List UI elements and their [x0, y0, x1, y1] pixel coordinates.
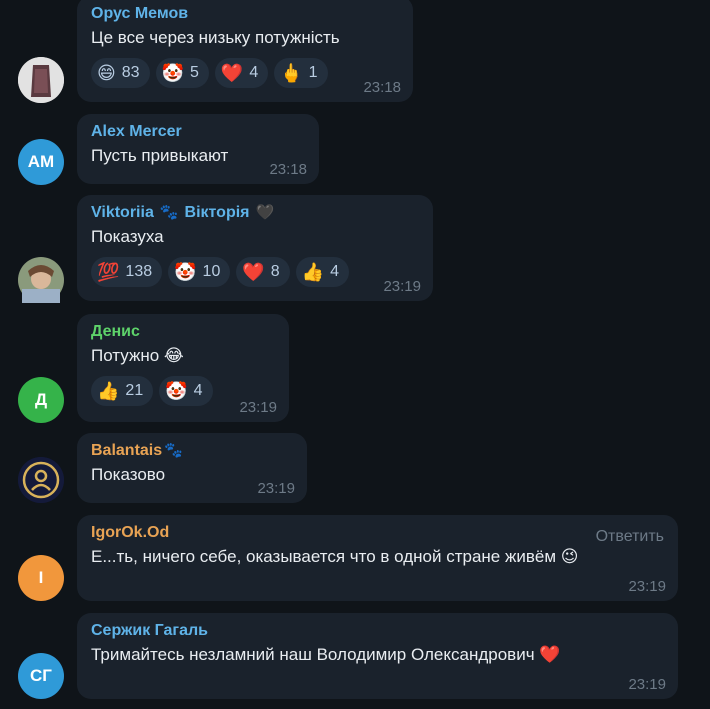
message-bubble[interactable]: Орус Мемов Це все через низьку потужніст…	[77, 0, 413, 102]
reaction-count: 83	[121, 64, 140, 81]
message-time: 23:19	[628, 676, 666, 693]
reaction-count: 4	[330, 263, 339, 280]
reactions-bar: 😄 83 🤡 5 ❤️ 4 🖕 1	[91, 58, 399, 88]
message-text: Потужно 😂	[91, 345, 275, 367]
reaction-hundred[interactable]: 💯 138	[91, 257, 163, 287]
reaction-middle-finger[interactable]: 🖕 1	[274, 58, 328, 88]
paw-prints-icon: 🐾	[159, 204, 179, 221]
sender-name[interactable]: IgorOk.Od	[91, 523, 664, 543]
reaction-count: 138	[125, 263, 153, 280]
avatar[interactable]	[18, 57, 64, 103]
clown-emoji-icon: 🤡	[174, 262, 197, 282]
sender-name[interactable]: Alex Mercer	[91, 122, 305, 142]
laughing-emoji-icon: 😂	[163, 346, 184, 365]
message-text: Показуха	[91, 227, 164, 246]
avatar-photo-icon	[18, 257, 64, 303]
message-time: 23:19	[257, 480, 295, 497]
message-text: Е...ть, ничего себе, оказывается что в о…	[91, 546, 664, 568]
sender-name[interactable]: Сержик Гагаль	[91, 621, 664, 641]
avatar-photo-icon	[18, 57, 64, 103]
reaction-count: 4	[193, 382, 203, 399]
heart-emoji-icon: ❤️	[539, 645, 561, 664]
grin-emoji-icon: 😄	[97, 63, 116, 83]
heart-doodle-icon: 🖤	[255, 204, 275, 221]
sender-name[interactable]: Орус Мемов	[91, 4, 399, 24]
reaction-heart[interactable]: ❤️ 8	[236, 257, 290, 287]
reaction-clown[interactable]: 🤡 4	[159, 376, 213, 406]
clown-emoji-icon: 🤡	[165, 381, 188, 401]
message-time: 23:19	[239, 399, 277, 416]
reaction-count: 21	[125, 382, 144, 399]
message-bubble[interactable]: Viktoriia 🐾 Вікторія 🖤 Показуха 💯 138 🤡 10…	[77, 195, 433, 301]
wink-emoji-icon: 😉	[560, 547, 579, 566]
message-bubble[interactable]: IgorOk.Od Ответить Е...ть, ничего себе, …	[77, 515, 678, 601]
avatar[interactable]: AM	[18, 139, 64, 185]
reaction-clown[interactable]: 🤡 10	[168, 257, 231, 287]
heart-emoji-icon: ❤️	[220, 63, 244, 83]
message-text-body: Е...ть, ничего себе, оказывается что в о…	[91, 547, 557, 566]
clown-emoji-icon: 🤡	[161, 63, 184, 83]
hundred-emoji-icon: 💯	[97, 262, 120, 282]
reaction-thumbs-up[interactable]: 👍 4	[295, 257, 349, 287]
sender-name[interactable]: Viktoriia 🐾 Вікторія 🖤	[91, 203, 419, 223]
message-text-body: Тримайтесь незламний наш Володимир Олекс…	[91, 645, 535, 664]
thumbs-up-emoji-icon: 👍	[301, 262, 325, 282]
reaction-clown[interactable]: 🤡 5	[155, 58, 209, 88]
avatar[interactable]	[18, 457, 64, 503]
message-bubble[interactable]: Сержик Гагаль Тримайтесь незламний наш В…	[77, 613, 678, 699]
message-text: Це все через низьку потужність	[91, 28, 340, 47]
message-time: 23:18	[363, 79, 401, 96]
avatar[interactable]: I	[18, 555, 64, 601]
message-time: 23:19	[383, 278, 421, 295]
message-text: Тримайтесь незламний наш Володимир Олекс…	[91, 644, 664, 666]
thumbs-up-emoji-icon: 👍	[97, 381, 120, 401]
reaction-grin[interactable]: 😄 83	[91, 58, 150, 88]
avatar[interactable]	[18, 257, 64, 303]
middle-finger-emoji-icon: 🖕	[280, 63, 303, 83]
sender-name[interactable]: Денис	[91, 322, 275, 342]
sender-name-primary: Balantais	[91, 442, 163, 459]
reaction-heart[interactable]: ❤️ 4	[214, 58, 269, 88]
reaction-thumbs-up[interactable]: 👍 21	[91, 376, 154, 406]
user-profile-logo-icon	[18, 457, 64, 503]
paw-prints-icon: 🐾	[164, 442, 183, 459]
reactions-bar: 💯 138 🤡 10 ❤️ 8 👍 4	[91, 257, 419, 287]
message-time: 23:19	[628, 578, 666, 595]
message-bubble[interactable]: Денис Потужно 😂 👍 21 🤡 4 23:19	[77, 314, 289, 422]
reply-button[interactable]: Ответить	[596, 528, 664, 546]
message-time: 23:18	[269, 161, 307, 178]
avatar[interactable]: СГ	[18, 653, 64, 699]
reaction-count: 5	[189, 64, 199, 81]
avatar[interactable]: Д	[18, 377, 64, 423]
heart-emoji-icon: ❤️	[242, 262, 265, 282]
message-bubble[interactable]: Alex Mercer Пусть привыкают 23:18	[77, 114, 319, 184]
reaction-count: 4	[249, 64, 259, 81]
sender-name[interactable]: Balantais 🐾	[91, 441, 293, 461]
sender-name-primary: Viktoriia	[91, 204, 154, 221]
message-bubble[interactable]: Balantais 🐾 Показово 23:19	[77, 433, 307, 503]
message-text-body: Потужно	[91, 346, 160, 365]
reaction-count: 8	[270, 263, 280, 280]
reaction-count: 1	[308, 64, 318, 81]
reaction-count: 10	[202, 263, 221, 280]
sender-name-secondary: Вікторія	[184, 204, 250, 221]
